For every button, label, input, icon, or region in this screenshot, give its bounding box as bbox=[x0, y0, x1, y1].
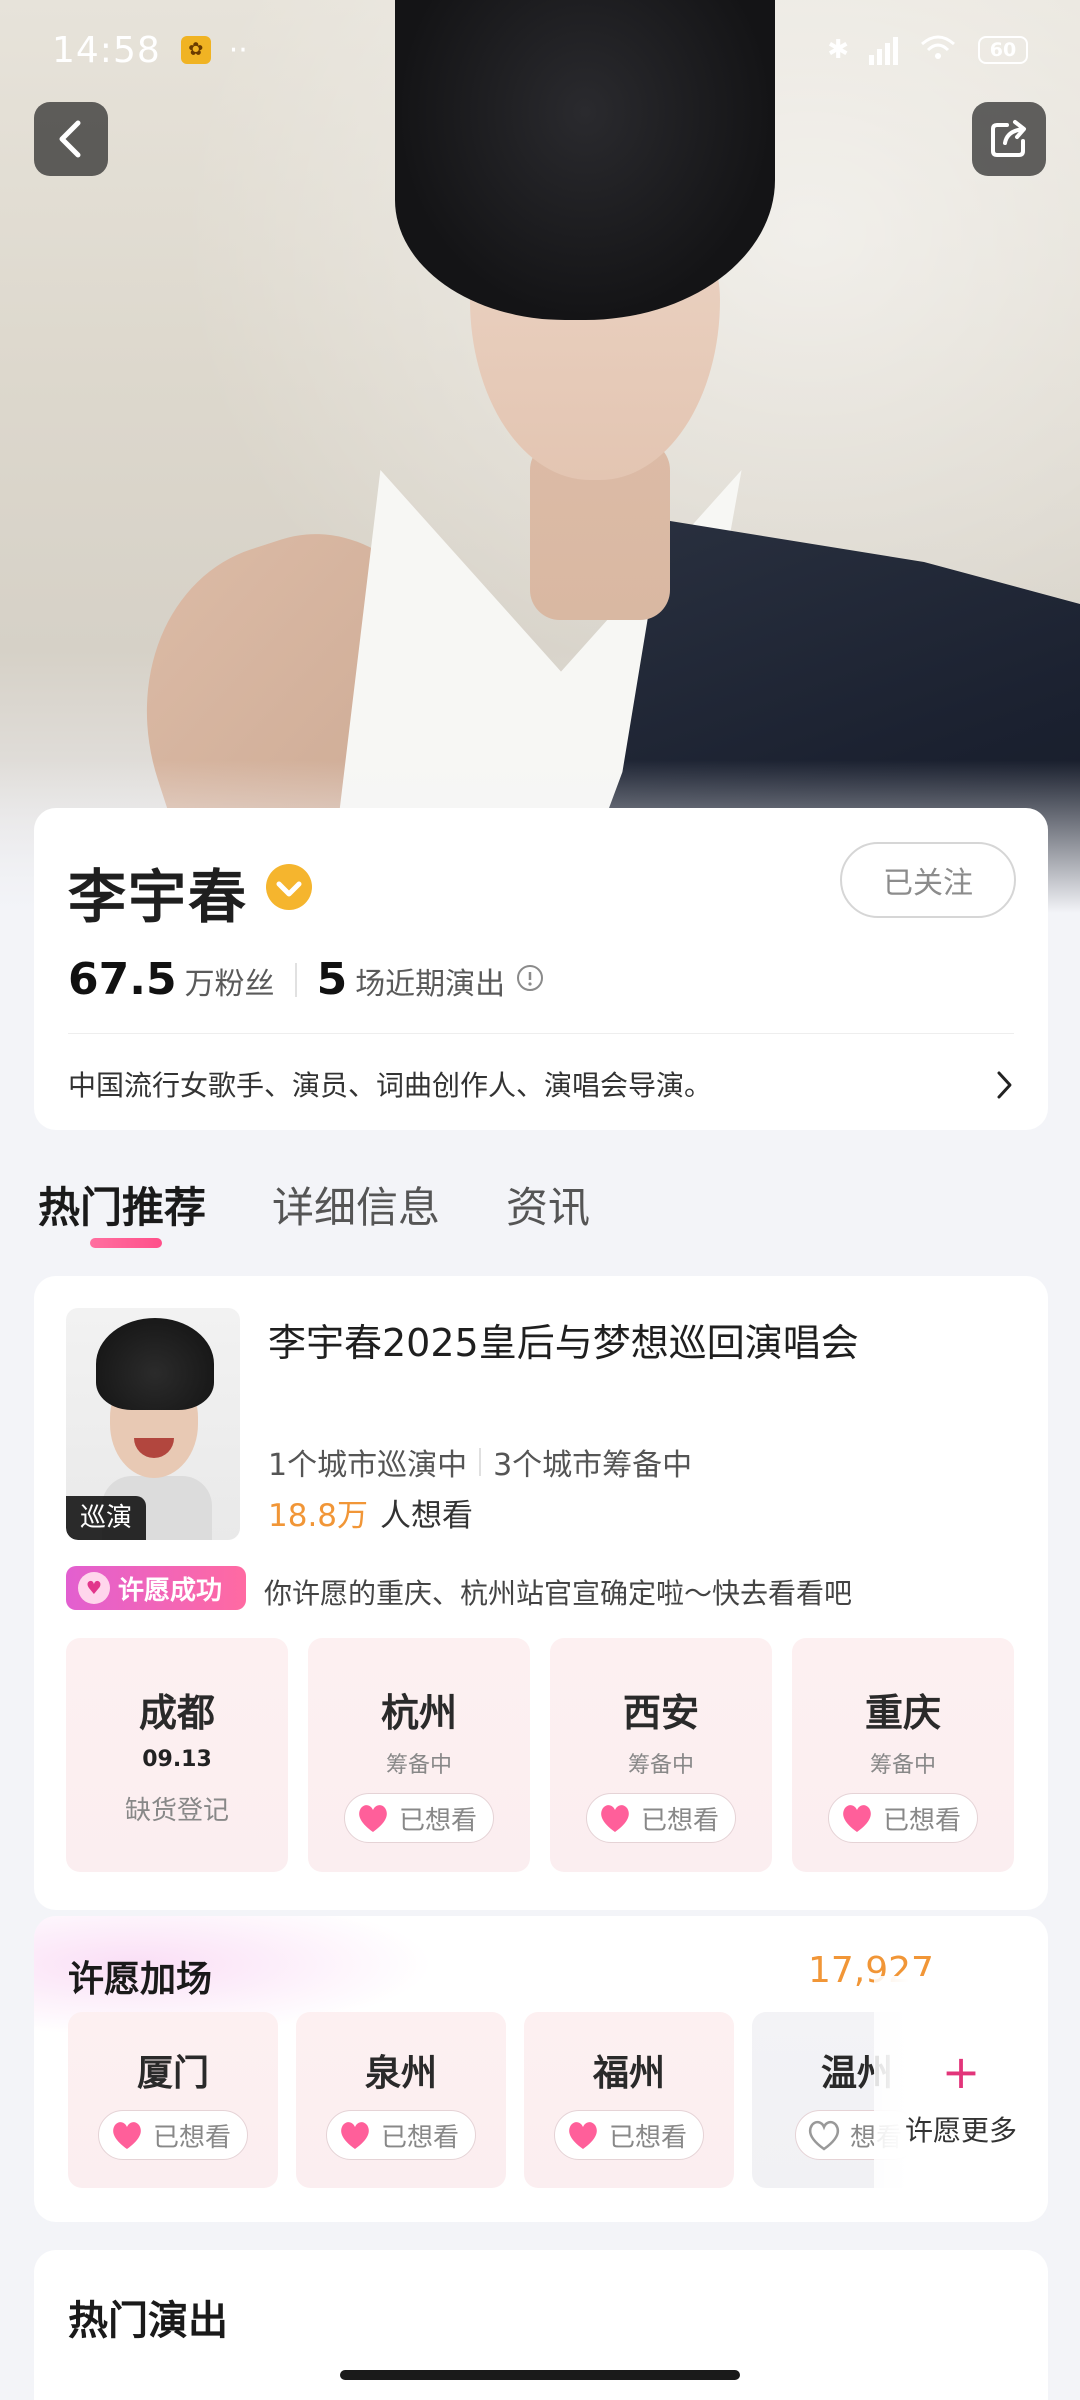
city-name: 成都 bbox=[138, 1691, 215, 1735]
divider bbox=[68, 1033, 1014, 1034]
heart-icon bbox=[113, 2122, 141, 2149]
heart-icon bbox=[601, 1805, 629, 1832]
wish-city-quanzhou[interactable]: 泉州 已想看 bbox=[296, 2012, 506, 2188]
want-number: 18.8万 bbox=[268, 1498, 369, 1534]
city-name: 西安 bbox=[622, 1691, 699, 1735]
chevron-right-icon[interactable] bbox=[996, 1070, 1014, 1104]
want-to-see-button[interactable]: 已想看 bbox=[325, 2110, 476, 2160]
want-to-see-button[interactable]: 已想看 bbox=[343, 1793, 494, 1843]
tour-title[interactable]: 李宇春2025皇后与梦想巡回演唱会 bbox=[268, 1312, 859, 1367]
city-name: 厦门 bbox=[136, 2053, 209, 2094]
more-notifications-icon: ·· bbox=[228, 32, 248, 68]
wish-city-list: 厦门 已想看 泉州 已想看 福州 已想看 温州 想看 bbox=[68, 2012, 962, 2188]
wish-city-xiamen[interactable]: 厦门 已想看 bbox=[68, 2012, 278, 2188]
wish-city-fuzhou[interactable]: 福州 已想看 bbox=[524, 2012, 734, 2188]
tab-news[interactable]: 资讯 bbox=[506, 1174, 590, 1235]
home-indicator[interactable] bbox=[340, 2370, 740, 2380]
city-name: 杭州 bbox=[380, 1691, 457, 1735]
artist-profile-card: 李宇春 已关注 67.5 万粉丝 5 场近期演出 中国流行女歌手、演员、词曲创作… bbox=[34, 808, 1048, 1130]
cities-preparing: 3个城市筹备中 bbox=[493, 1448, 693, 1483]
artist-bio[interactable]: 中国流行女歌手、演员、词曲创作人、演唱会导演。 bbox=[68, 1064, 712, 1104]
city-card-hangzhou[interactable]: 杭州 筹备中 已想看 bbox=[308, 1638, 530, 1872]
signal-icon bbox=[869, 35, 898, 65]
city-status: 筹备中 bbox=[627, 1753, 694, 1778]
heart-icon bbox=[359, 1805, 387, 1832]
tab-details[interactable]: 详细信息 bbox=[272, 1174, 440, 1235]
want-to-see-button[interactable]: 已想看 bbox=[97, 2110, 248, 2160]
status-time: 14:58 bbox=[52, 29, 161, 71]
wish-extra-shows-card: 许愿加场 17,927 厦门 已想看 泉州 已想看 福州 已想看 温州 + 许愿… bbox=[34, 1916, 1048, 2222]
share-icon bbox=[991, 120, 1026, 157]
shows-unit: 场近期演出 bbox=[355, 967, 506, 1002]
battery-icon: 60 bbox=[978, 36, 1028, 64]
fans-count: 67.5 bbox=[68, 954, 177, 1005]
wish-success-badge: ♥ 许愿成功 bbox=[66, 1566, 246, 1610]
want-to-see-button[interactable]: 已想看 bbox=[553, 2110, 704, 2160]
wish-more-button[interactable]: + 许愿更多 bbox=[874, 1976, 1048, 2222]
city-date: 09.13 bbox=[142, 1747, 212, 1772]
tour-city-list: 成都 09.13 缺货登记 杭州 筹备中 已想看 西安 筹备中 已想看 重庆 筹… bbox=[66, 1638, 1014, 1872]
city-card-chengdu[interactable]: 成都 09.13 缺货登记 bbox=[66, 1638, 288, 1872]
wish-more-label: 许愿更多 bbox=[904, 2114, 1017, 2147]
bluetooth-icon: ✱ bbox=[827, 35, 849, 65]
tour-city-summary: 1个城市巡演中 3个城市筹备中 bbox=[268, 1440, 692, 1484]
wish-icon: ♥ bbox=[78, 1572, 110, 1604]
heart-icon bbox=[843, 1805, 871, 1832]
cities-touring: 1个城市巡演中 bbox=[268, 1448, 468, 1483]
artist-hero-image bbox=[0, 0, 1080, 930]
heart-icon bbox=[569, 2122, 597, 2149]
wifi-icon bbox=[918, 32, 958, 69]
fans-unit: 万粉丝 bbox=[184, 967, 275, 1002]
city-status: 缺货登记 bbox=[124, 1796, 229, 1826]
notification-icon: ✿ bbox=[180, 36, 211, 64]
active-tab-indicator bbox=[90, 1238, 162, 1248]
content-tabs: 热门推荐 详细信息 资讯 bbox=[38, 1174, 590, 1235]
hot-shows-title: 热门演出 bbox=[68, 2298, 228, 2344]
tab-hot-recommend[interactable]: 热门推荐 bbox=[38, 1174, 206, 1235]
share-button[interactable] bbox=[972, 102, 1046, 176]
back-button[interactable] bbox=[34, 102, 108, 176]
tour-poster[interactable]: 巡演 bbox=[66, 1308, 240, 1540]
tour-badge: 巡演 bbox=[66, 1496, 147, 1540]
city-card-xian[interactable]: 西安 筹备中 已想看 bbox=[550, 1638, 772, 1872]
status-bar: 14:58 ✿ ·· ✱ 60 bbox=[0, 0, 1080, 100]
back-arrow-icon bbox=[59, 120, 81, 158]
info-icon[interactable] bbox=[515, 963, 545, 997]
heart-icon bbox=[341, 2122, 369, 2149]
want-to-see-button[interactable]: 已想看 bbox=[827, 1793, 978, 1843]
heart-add-icon bbox=[808, 2120, 840, 2151]
tour-card[interactable]: 巡演 李宇春2025皇后与梦想巡回演唱会 1个城市巡演中 3个城市筹备中 18.… bbox=[34, 1276, 1048, 1910]
artist-name: 李宇春 bbox=[68, 863, 249, 931]
want-to-see-button[interactable]: 已想看 bbox=[585, 1793, 736, 1843]
plus-icon: + bbox=[941, 2045, 981, 2099]
tour-want-count: 18.8万 人想看 bbox=[268, 1490, 473, 1535]
city-name: 重庆 bbox=[864, 1691, 941, 1735]
city-name: 泉州 bbox=[364, 2053, 437, 2094]
city-card-chongqing[interactable]: 重庆 筹备中 已想看 bbox=[792, 1638, 1014, 1872]
city-name: 福州 bbox=[592, 2053, 665, 2094]
city-status: 筹备中 bbox=[869, 1753, 936, 1778]
artist-stats: 67.5 万粉丝 5 场近期演出 bbox=[68, 954, 545, 1005]
wish-message[interactable]: 你许愿的重庆、杭州站官宣确定啦～快去看看吧 bbox=[264, 1572, 852, 1612]
city-status: 筹备中 bbox=[385, 1753, 452, 1778]
shows-count: 5 bbox=[316, 954, 348, 1005]
follow-button[interactable]: 已关注 bbox=[840, 842, 1016, 918]
verified-icon bbox=[264, 862, 314, 916]
wish-section-title: 许愿加场 bbox=[68, 1959, 213, 2000]
want-label: 人想看 bbox=[380, 1498, 474, 1534]
